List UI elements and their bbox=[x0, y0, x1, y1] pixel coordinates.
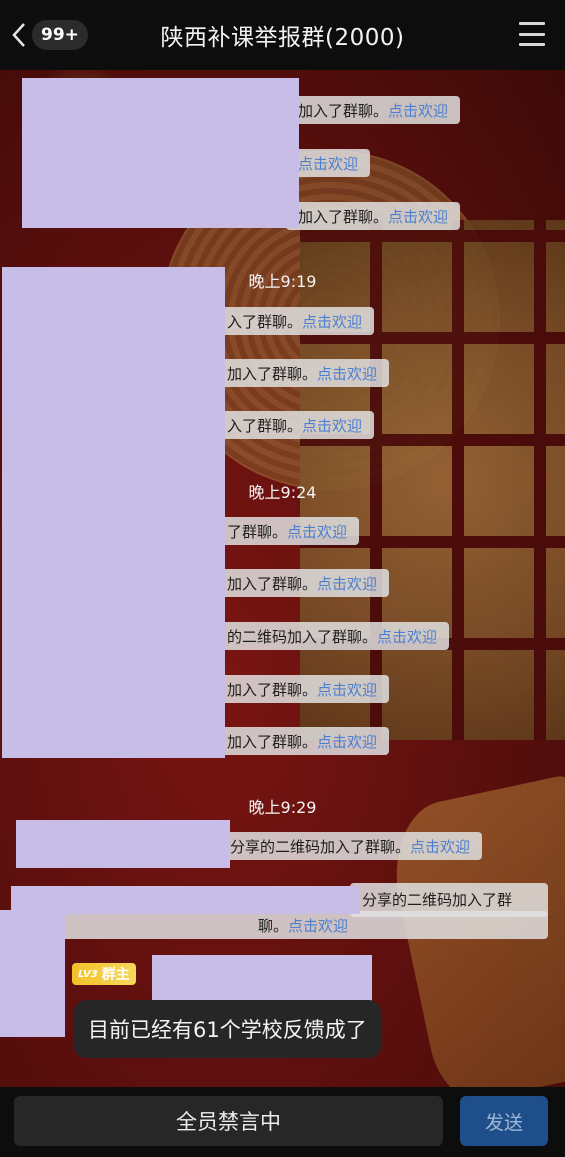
redacted-sender-name bbox=[152, 955, 372, 1002]
system-notice: 入了群聊。 点击欢迎 bbox=[215, 411, 375, 439]
welcome-link[interactable]: 点击欢迎 bbox=[288, 915, 348, 936]
redacted-area bbox=[16, 820, 230, 868]
welcome-link[interactable]: 点击欢迎 bbox=[388, 206, 448, 227]
message-bubble[interactable]: 目前已经有61个学校反馈成了 bbox=[74, 1000, 381, 1058]
group-title[interactable]: 陕西补课举报群(2000) bbox=[161, 18, 405, 52]
welcome-link[interactable]: 点击欢迎 bbox=[298, 153, 358, 174]
welcome-link[interactable]: 点击欢迎 bbox=[377, 626, 437, 647]
chevron-left-icon bbox=[12, 23, 25, 47]
welcome-link[interactable]: 点击欢迎 bbox=[388, 100, 448, 121]
redacted-area bbox=[22, 78, 299, 228]
welcome-link[interactable]: 点击欢迎 bbox=[317, 573, 377, 594]
system-notice: 加入了群聊。 点击欢迎 bbox=[215, 569, 390, 597]
system-notice: 加入了群聊。 点击欢迎 bbox=[215, 727, 390, 755]
system-notice: 了群聊。 点击欢迎 bbox=[215, 517, 360, 545]
welcome-link[interactable]: 点击欢迎 bbox=[410, 836, 470, 857]
welcome-link[interactable]: 点击欢迎 bbox=[317, 363, 377, 384]
system-notice: 加入了群聊。 点击欢迎 bbox=[286, 96, 461, 124]
owner-badge: LV3 群主 bbox=[72, 963, 136, 985]
hamburger-menu-icon[interactable] bbox=[519, 22, 545, 46]
timestamp: 晚上9:29 bbox=[248, 798, 317, 817]
chat-header: 99+ 陕西补课举报群(2000) bbox=[0, 0, 565, 70]
welcome-link[interactable]: 点击欢迎 bbox=[302, 311, 362, 332]
system-notice: 的二维码加入了群聊。 点击欢迎 bbox=[215, 622, 450, 650]
system-notice: 加入了群聊。 点击欢迎 bbox=[215, 359, 390, 387]
redacted-avatar bbox=[0, 910, 65, 1037]
welcome-link[interactable]: 点击欢迎 bbox=[317, 679, 377, 700]
redacted-area bbox=[2, 267, 225, 758]
back-button[interactable] bbox=[8, 18, 30, 52]
muted-input-field[interactable]: 全员禁言中 bbox=[14, 1096, 443, 1146]
system-notice: 加入了群聊。 点击欢迎 bbox=[286, 202, 461, 230]
system-notice: 分享的二维码加入了群聊。 点击欢迎 bbox=[218, 832, 483, 860]
welcome-link[interactable]: 点击欢迎 bbox=[287, 521, 347, 542]
send-button[interactable]: 发送 bbox=[460, 1096, 548, 1146]
system-notice-continued: 聊。 点击欢迎 bbox=[60, 911, 548, 939]
welcome-link[interactable]: 点击欢迎 bbox=[317, 731, 377, 752]
system-notice: 入了群聊。 点击欢迎 bbox=[215, 307, 375, 335]
input-bar: 全员禁言中 发送 bbox=[0, 1087, 565, 1157]
welcome-link[interactable]: 点击欢迎 bbox=[302, 415, 362, 436]
unread-count-badge[interactable]: 99+ bbox=[32, 20, 88, 50]
system-notice: 加入了群聊。 点击欢迎 bbox=[215, 675, 390, 703]
